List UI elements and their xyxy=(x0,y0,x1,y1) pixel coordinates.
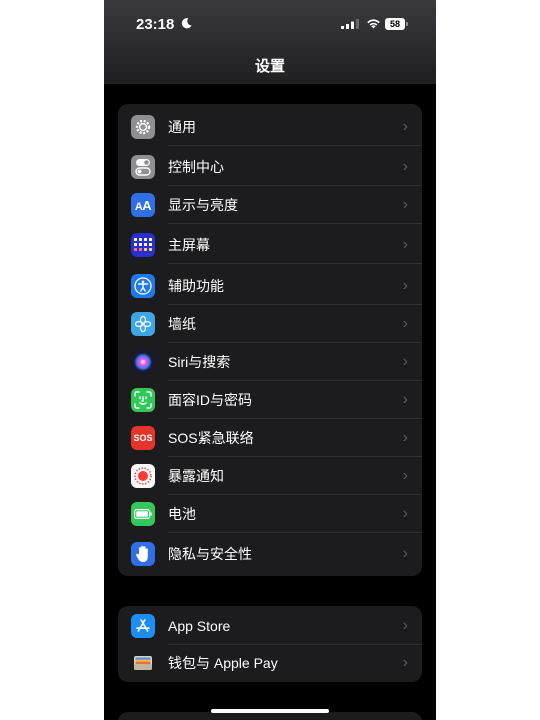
settings-row-wallpaper[interactable]: 墙纸 › xyxy=(118,305,422,343)
chevron-right-icon: › xyxy=(402,654,408,671)
home-grid-icon xyxy=(131,233,155,257)
chevron-right-icon: › xyxy=(402,236,408,253)
battery-tip xyxy=(406,22,408,26)
settings-row-label: 墙纸 xyxy=(168,316,196,332)
chevron-right-icon: › xyxy=(402,277,408,294)
settings-group-store: App Store › 钱包与 Apple Pay › xyxy=(118,606,422,682)
settings-row-label: 电池 xyxy=(168,506,196,522)
chevron-right-icon: › xyxy=(402,545,408,562)
settings-row-label: 钱包与 Apple Pay xyxy=(168,655,278,671)
chevron-right-icon: › xyxy=(402,353,408,370)
settings-row-label: App Store xyxy=(168,618,231,634)
phone-screen: 23:18 58 设置 通用 › 控制中心 › AA 显示与亮度 › 主屏幕 ›… xyxy=(104,0,436,720)
app-store-icon xyxy=(131,614,155,638)
chevron-right-icon: › xyxy=(402,158,408,175)
status-time: 23:18 xyxy=(136,16,175,33)
text-size-icon: AA xyxy=(131,193,155,217)
face-id-icon xyxy=(131,388,155,412)
chevron-right-icon: › xyxy=(402,617,408,634)
row-divider xyxy=(168,223,422,224)
settings-row-wallet[interactable]: 钱包与 Apple Pay › xyxy=(118,644,422,682)
wallet-icon xyxy=(131,651,155,675)
siri-icon xyxy=(131,350,155,374)
chevron-right-icon: › xyxy=(402,505,408,522)
chevron-right-icon: › xyxy=(402,391,408,408)
battery-indicator: 58 xyxy=(385,18,405,30)
flower-icon xyxy=(131,312,155,336)
settings-row-accessibility[interactable]: 辅助功能 › xyxy=(118,267,422,305)
settings-row-label: 主屏幕 xyxy=(168,237,210,253)
navigation-bar: 23:18 58 设置 xyxy=(104,0,436,84)
home-indicator[interactable] xyxy=(211,709,329,713)
settings-group-main: 通用 › 控制中心 › AA 显示与亮度 › 主屏幕 › 辅助功能 › 墙纸 ›… xyxy=(118,104,422,576)
settings-row-label: 通用 xyxy=(168,119,196,135)
settings-row-label: SOS紧急联络 xyxy=(168,430,254,446)
row-divider xyxy=(168,145,422,146)
settings-row-control-center[interactable]: 控制中心 › xyxy=(118,148,422,186)
settings-group-next xyxy=(118,712,422,720)
accessibility-icon xyxy=(131,274,155,298)
chevron-right-icon: › xyxy=(402,118,408,135)
settings-row-label: 辅助功能 xyxy=(168,278,224,294)
settings-row-label: 控制中心 xyxy=(168,159,224,175)
settings-row-siri[interactable]: Siri与搜索 › xyxy=(118,343,422,381)
sos-icon-text: SOS xyxy=(133,433,153,443)
cellular-signal-icon xyxy=(341,19,359,29)
settings-row-label: 暴露通知 xyxy=(168,468,224,484)
gear-icon xyxy=(131,115,155,139)
chevron-right-icon: › xyxy=(402,315,408,332)
settings-row-label: Siri与搜索 xyxy=(168,354,231,370)
exposure-icon xyxy=(131,464,155,488)
settings-row-display[interactable]: AA 显示与亮度 › xyxy=(118,186,422,224)
settings-row-label: 隐私与安全性 xyxy=(168,546,252,562)
settings-row-privacy[interactable]: 隐私与安全性 › xyxy=(118,535,422,573)
row-divider xyxy=(168,532,422,533)
settings-row-battery[interactable]: 电池 › xyxy=(118,495,422,533)
settings-row-emergency-sos[interactable]: SOS SOS紧急联络 › xyxy=(118,419,422,457)
settings-row-label: 显示与亮度 xyxy=(168,197,238,213)
settings-row-label: 面容ID与密码 xyxy=(168,392,252,408)
page-title: 设置 xyxy=(254,58,285,75)
toggles-icon xyxy=(131,155,155,179)
row-divider xyxy=(168,263,422,264)
moon-icon xyxy=(181,18,192,29)
settings-row-general[interactable]: 通用 › xyxy=(118,108,422,146)
chevron-right-icon: › xyxy=(402,196,408,213)
settings-row-app-store[interactable]: App Store › xyxy=(118,607,422,645)
chevron-right-icon: › xyxy=(402,467,408,484)
wifi-icon xyxy=(367,19,380,29)
hand-icon xyxy=(131,542,155,566)
settings-row-home-screen[interactable]: 主屏幕 › xyxy=(118,226,422,264)
settings-row-exposure[interactable]: 暴露通知 › xyxy=(118,457,422,495)
sos-icon: SOS xyxy=(131,426,155,450)
settings-row-face-id[interactable]: 面容ID与密码 › xyxy=(118,381,422,419)
battery-icon xyxy=(131,502,155,526)
chevron-right-icon: › xyxy=(402,429,408,446)
